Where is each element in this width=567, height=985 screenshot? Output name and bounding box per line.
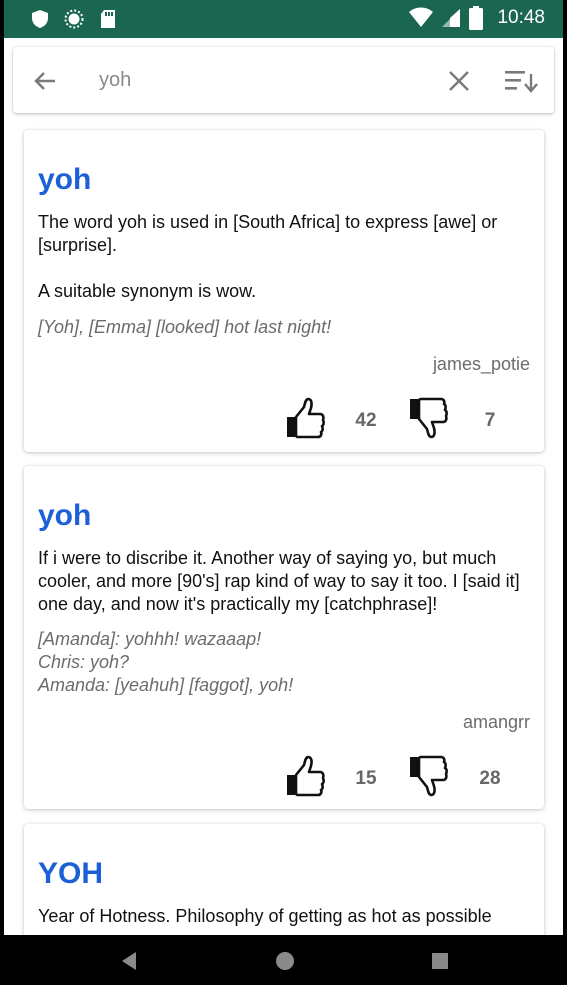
nav-recents-icon[interactable] bbox=[430, 951, 450, 971]
thumbs-up-count: 42 bbox=[355, 410, 377, 431]
app-content: yoh The word yoh is used in [South Afric… bbox=[4, 38, 563, 935]
circle-sync-icon bbox=[64, 9, 84, 29]
nav-home-icon[interactable] bbox=[274, 950, 296, 972]
definition-text: If i were to discribe it. Another way of… bbox=[38, 548, 525, 614]
thumbs-down-count: 28 bbox=[479, 768, 501, 789]
thumbs-down-icon[interactable] bbox=[407, 754, 449, 798]
status-bar: 10:48 bbox=[4, 0, 563, 38]
thumbs-up-icon[interactable] bbox=[284, 396, 326, 440]
thumbs-up-icon[interactable] bbox=[284, 754, 326, 798]
definition-example: [Yoh], [Emma] [looked] hot last night! bbox=[38, 317, 332, 337]
shield-icon bbox=[32, 10, 48, 28]
definition-card: yoh The word yoh is used in [South Afric… bbox=[24, 130, 544, 452]
sd-card-icon bbox=[101, 10, 115, 28]
nav-back-icon[interactable] bbox=[118, 950, 140, 972]
thumbs-up-count: 15 bbox=[355, 768, 377, 789]
wifi-icon bbox=[409, 7, 434, 27]
definition-card: YOH Year of Hotness. Philosophy of getti… bbox=[24, 824, 544, 935]
status-right-icons: 10:48 bbox=[409, 6, 545, 30]
arrow-left-icon[interactable] bbox=[31, 67, 59, 95]
definition-word[interactable]: YOH bbox=[38, 857, 103, 891]
sort-icon[interactable] bbox=[503, 66, 539, 96]
definition-example: [Amanda]: yohhh! wazaaap! Chris: yoh? Am… bbox=[38, 629, 294, 695]
thumbs-down-icon[interactable] bbox=[407, 396, 449, 440]
status-left-icons bbox=[30, 9, 118, 29]
definition-text: The word yoh is used in [South Africa] t… bbox=[38, 212, 498, 301]
definition-card: yoh If i were to discribe it. Another wa… bbox=[24, 466, 544, 809]
close-icon[interactable] bbox=[445, 67, 473, 95]
signal-icon bbox=[442, 9, 461, 27]
battery-icon bbox=[469, 6, 484, 30]
definition-text: Year of Hotness. Philosophy of getting a… bbox=[38, 906, 492, 926]
definition-word[interactable]: yoh bbox=[38, 499, 91, 533]
search-bar bbox=[13, 47, 554, 113]
definition-word[interactable]: yoh bbox=[38, 163, 91, 197]
search-input[interactable] bbox=[99, 65, 399, 95]
definition-author[interactable]: james_potie bbox=[433, 354, 530, 375]
thumbs-down-count: 7 bbox=[484, 410, 496, 431]
definition-author[interactable]: amangrr bbox=[463, 712, 530, 733]
navigation-bar bbox=[4, 935, 563, 985]
phone-screen: 10:48 yoh The word yoh is used in bbox=[4, 0, 563, 985]
status-clock: 10:48 bbox=[497, 7, 545, 28]
